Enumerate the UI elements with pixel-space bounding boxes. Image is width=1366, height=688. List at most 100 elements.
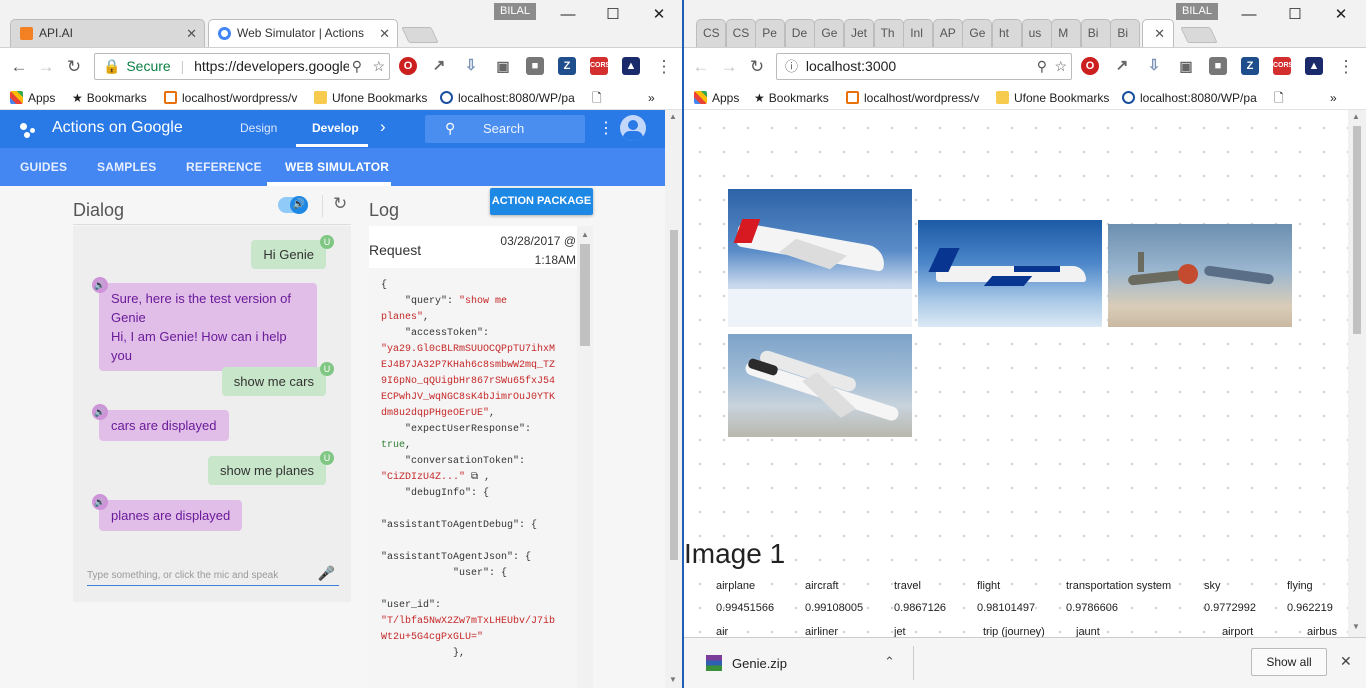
nav-web-simulator[interactable]: WEB SIMULATOR <box>285 160 389 174</box>
close-window-button[interactable]: ✕ <box>636 2 682 28</box>
chevron-right-icon[interactable]: › <box>380 117 386 137</box>
speaker-icon[interactable]: 🔊 <box>92 277 108 293</box>
search-box[interactable]: ⚲ Search <box>425 115 585 143</box>
bookmark-apps[interactable]: Apps <box>10 90 55 106</box>
scroll-thumb[interactable] <box>1353 126 1361 334</box>
tab-develop[interactable]: Develop <box>312 121 359 135</box>
tab-localhost[interactable]: ✕ <box>1142 19 1174 47</box>
close-download-bar-icon[interactable]: ✕ <box>1340 653 1352 670</box>
extension-icon[interactable]: ■ <box>1209 57 1227 75</box>
minimize-button[interactable]: — <box>1226 2 1272 28</box>
z-extension-icon[interactable]: Z <box>558 57 576 75</box>
page-scrollbar[interactable]: ▲ ▼ <box>1348 110 1366 688</box>
bookmark-bookmarks[interactable]: ★ Bookmarks <box>72 90 147 106</box>
bookmark-ufone[interactable]: Ufone Bookmarks <box>996 90 1109 106</box>
message-input[interactable]: Type something, or click the mic and spe… <box>87 564 339 586</box>
download-ext-icon[interactable]: ⇩ <box>462 57 480 75</box>
bookmark-wordpress[interactable]: localhost/wordpress/v <box>164 90 299 106</box>
bookmark-localhost-wp[interactable]: localhost:8080/WP/pa <box>1122 90 1259 106</box>
bookmark-apps[interactable]: Apps <box>694 90 739 106</box>
extension-icon-2[interactable]: ▲ <box>622 57 640 75</box>
browser-tab[interactable]: De <box>784 19 815 47</box>
bookmark-localhost-wp[interactable]: localhost:8080/WP/pa <box>440 90 577 106</box>
plane-image-shuttle[interactable] <box>728 334 912 437</box>
reload-icon[interactable]: ↻ <box>746 56 768 78</box>
plane-image-jets[interactable] <box>1108 224 1292 327</box>
speaker-icon[interactable]: 🔊 <box>92 494 108 510</box>
scroll-up-icon[interactable]: ▲ <box>581 230 589 239</box>
avatar[interactable] <box>620 115 646 141</box>
mic-icon[interactable]: 🎤 <box>318 565 335 582</box>
browser-tab[interactable]: CS <box>696 19 726 47</box>
nav-samples[interactable]: SAMPLES <box>97 160 156 174</box>
tab-web-simulator[interactable]: Web Simulator | Actions ✕ <box>208 19 398 47</box>
tab-apiai[interactable]: API.AI ✕ <box>10 19 205 47</box>
page-scrollbar[interactable]: ▲ ▼ <box>665 110 682 688</box>
extension-icon-2[interactable]: ▲ <box>1305 57 1323 75</box>
close-icon[interactable]: ✕ <box>186 20 197 47</box>
log-scrollbar[interactable]: ▲ <box>577 226 593 688</box>
reload-icon[interactable]: ↻ <box>63 56 85 78</box>
copy-icon[interactable]: ⧉ <box>471 472 478 483</box>
star-icon[interactable]: ☆ <box>1054 54 1067 79</box>
browser-tab[interactable]: Pe <box>755 19 786 47</box>
cast-icon[interactable]: ▣ <box>494 57 512 75</box>
plane-image-emirates[interactable] <box>728 189 912 327</box>
speaker-icon[interactable]: 🔊 <box>92 404 108 420</box>
chevron-up-icon[interactable]: ⌃ <box>884 654 895 670</box>
maximize-button[interactable]: ☐ <box>590 2 636 28</box>
bookmark-bookmarks[interactable]: ★ Bookmarks <box>754 90 829 106</box>
nav-guides[interactable]: GUIDES <box>20 160 67 174</box>
zoom-icon[interactable]: ⚲ <box>348 54 365 79</box>
opera-vpn-icon[interactable]: O <box>1081 57 1099 75</box>
new-tab-button[interactable] <box>401 27 439 43</box>
back-icon[interactable]: ← <box>8 56 30 78</box>
plane-image-ryanair[interactable] <box>918 220 1102 327</box>
more-vert-icon[interactable]: ⋮ <box>598 118 614 138</box>
page-icon[interactable]: 🗋 <box>592 90 602 106</box>
back-icon[interactable]: ← <box>690 56 712 78</box>
close-window-button[interactable]: ✕ <box>1318 2 1364 28</box>
browser-tab[interactable]: Th <box>873 19 904 47</box>
browser-tab[interactable]: Ge <box>962 19 993 47</box>
browser-tab[interactable]: CS <box>725 19 756 47</box>
refresh-icon[interactable]: ↻ <box>333 194 347 214</box>
browser-tab[interactable]: ht <box>992 19 1022 47</box>
address-bar[interactable]: 🔒 Secure | https://developers.google ☆ ⚲ <box>94 53 390 80</box>
eyedropper-icon[interactable]: ↗ <box>1113 57 1131 75</box>
more-bookmarks-icon[interactable]: » <box>648 90 655 106</box>
browser-tab[interactable]: AP <box>932 19 963 47</box>
download-filename[interactable]: Genie.zip <box>732 656 787 671</box>
more-bookmarks-icon[interactable]: » <box>1330 90 1337 106</box>
z-extension-icon[interactable]: Z <box>1241 57 1259 75</box>
browser-tab[interactable]: us <box>1021 19 1052 47</box>
address-bar[interactable]: ⓘ localhost:3000 ☆ ⚲ <box>776 53 1072 80</box>
action-package-button[interactable]: ACTION PACKAGE <box>490 188 593 215</box>
eyedropper-icon[interactable]: ↗ <box>430 57 448 75</box>
tab-design[interactable]: Design <box>240 121 277 135</box>
nav-reference[interactable]: REFERENCE <box>186 160 262 174</box>
audio-toggle[interactable]: 🔊 <box>278 196 308 214</box>
new-tab-button[interactable] <box>1180 27 1218 43</box>
browser-tab[interactable]: M <box>1051 19 1082 47</box>
brand-title[interactable]: Actions on Google <box>52 119 183 137</box>
scroll-thumb[interactable] <box>670 230 678 560</box>
profile-name[interactable]: BILAL <box>1176 3 1218 20</box>
browser-tab[interactable]: Ge <box>814 19 845 47</box>
show-all-button[interactable]: Show all <box>1251 648 1327 676</box>
menu-icon[interactable]: ⋮ <box>1335 56 1357 78</box>
cors-icon[interactable]: CORS <box>590 57 610 75</box>
star-icon[interactable]: ☆ <box>369 54 385 79</box>
minimize-button[interactable]: — <box>545 2 591 28</box>
forward-icon[interactable]: → <box>35 56 57 78</box>
bookmark-wordpress[interactable]: localhost/wordpress/v <box>846 90 981 106</box>
page-icon[interactable]: 🗋 <box>1274 90 1284 106</box>
zoom-icon[interactable]: ⚲ <box>1037 54 1047 79</box>
profile-name[interactable]: BILAL <box>494 3 536 20</box>
browser-tab[interactable]: Bi <box>1080 19 1111 47</box>
cors-icon[interactable]: CORS <box>1273 57 1293 75</box>
menu-icon[interactable]: ⋮ <box>653 56 675 78</box>
cast-icon[interactable]: ▣ <box>1177 57 1195 75</box>
download-ext-icon[interactable]: ⇩ <box>1145 57 1163 75</box>
close-icon[interactable]: ✕ <box>376 20 390 47</box>
